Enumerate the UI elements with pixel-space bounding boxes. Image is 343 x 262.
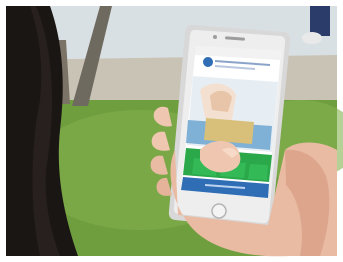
phone-screen [181,46,281,198]
smartphone [168,24,291,230]
photo-scene [0,0,343,262]
home-button [211,203,227,219]
